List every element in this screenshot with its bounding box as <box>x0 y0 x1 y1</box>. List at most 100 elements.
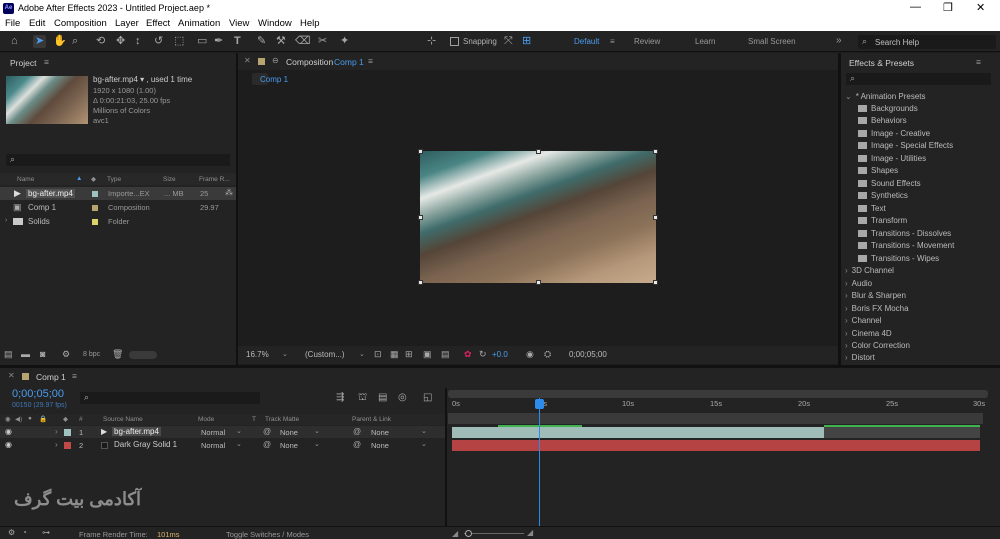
project-item-row[interactable]: ▣ Comp 1 Composition 29.97 <box>0 201 236 214</box>
preset-folder[interactable]: Behaviors <box>858 116 907 125</box>
expand-chevron-icon[interactable]: › <box>5 217 7 224</box>
layer-bar-solid[interactable] <box>452 440 980 451</box>
eraser-tool-icon[interactable]: ⌫ <box>295 35 311 48</box>
col-parent-link[interactable]: Parent & Link <box>352 416 391 423</box>
effect-category[interactable]: › Audio <box>845 279 872 288</box>
chevron-down-icon[interactable]: ⌄ <box>421 440 427 448</box>
search-help-input[interactable]: ⌕ Search Help <box>858 35 996 49</box>
home-icon[interactable]: ⌂ <box>11 35 18 48</box>
project-panel-menu-icon[interactable]: ≡ <box>44 57 49 67</box>
snap-edges-icon[interactable]: ⤧ <box>504 35 513 48</box>
timeline-zoom-slider[interactable] <box>464 533 524 534</box>
snapping-checkbox[interactable] <box>450 37 459 46</box>
col-t[interactable]: T <box>252 416 256 423</box>
frame-blending-icon[interactable]: ▤ <box>378 392 387 403</box>
project-item-row[interactable]: › Solids Folder <box>0 215 236 228</box>
menu-composition[interactable]: Composition <box>54 18 107 29</box>
work-area-bar[interactable] <box>448 390 988 398</box>
label-color-swatch[interactable] <box>92 191 98 197</box>
transform-handle[interactable] <box>653 215 658 220</box>
selection-tool-icon[interactable]: ➤ <box>33 35 47 48</box>
preset-folder[interactable]: Image - Utilities <box>858 154 926 163</box>
menu-window[interactable]: Window <box>258 18 292 29</box>
menu-file[interactable]: File <box>5 18 20 29</box>
preset-folder[interactable]: Synthetics <box>858 191 908 200</box>
composition-name[interactable]: Comp 1 <box>334 57 364 67</box>
preset-folder[interactable]: Image - Creative <box>858 129 930 138</box>
motion-blur-icon[interactable]: ◎ <box>398 392 407 403</box>
channels-icon[interactable]: ✿ <box>464 349 472 360</box>
pickwhip-icon[interactable]: @ <box>263 427 271 436</box>
menu-help[interactable]: Help <box>300 18 320 29</box>
col-source-name[interactable]: Source Name <box>103 416 143 423</box>
zoom-in-icon[interactable]: ◢ <box>527 528 533 537</box>
playhead-handle[interactable] <box>535 399 544 409</box>
project-panel-title[interactable]: Project <box>10 58 36 68</box>
rectangle-tool-icon[interactable]: ▭ <box>197 35 207 48</box>
orbit-tool-icon[interactable]: ⟲ <box>96 35 105 48</box>
label-color-swatch[interactable] <box>92 219 98 225</box>
transform-handle[interactable] <box>653 149 658 154</box>
menu-layer[interactable]: Layer <box>115 18 139 29</box>
current-time-display[interactable]: 0;00;05;00 <box>12 388 64 400</box>
effect-category[interactable]: › Cinema 4D <box>845 329 892 338</box>
reset-exposure-icon[interactable]: ↻ <box>479 349 487 360</box>
comp-flowchart-icon[interactable]: ⇶ <box>336 392 344 403</box>
effect-category[interactable]: › Color Correction <box>845 341 910 350</box>
zoom-tool-icon[interactable]: ⌕ <box>72 35 78 48</box>
effects-panel-title[interactable]: Effects & Presets <box>849 58 914 68</box>
pan-tool-icon[interactable]: ✥ <box>116 35 125 48</box>
workspace-menu-icon[interactable]: ≡ <box>610 37 615 46</box>
video-toggle-icon[interactable]: ◉ <box>5 415 11 423</box>
transform-handle[interactable] <box>418 149 423 154</box>
pickwhip-icon[interactable]: @ <box>263 440 271 449</box>
comp-tab[interactable]: Comp 1 <box>252 73 288 85</box>
close-timeline-icon[interactable]: ✕ <box>8 371 15 380</box>
col-type[interactable]: Type <box>107 176 121 183</box>
layer-label-swatch[interactable] <box>64 442 71 449</box>
transform-handle[interactable] <box>536 280 541 285</box>
menu-edit[interactable]: Edit <box>29 18 45 29</box>
lock-icon[interactable]: ⊖ <box>272 56 279 65</box>
chevron-down-icon[interactable]: ⌄ <box>359 350 365 358</box>
timeline-comp-tab[interactable]: Comp 1 <box>36 372 66 382</box>
project-settings-icon[interactable]: ⚙ <box>62 349 70 360</box>
chevron-down-icon[interactable]: ⌄ <box>314 427 320 435</box>
maximize-button[interactable]: ❐ <box>943 1 953 14</box>
col-track-matte[interactable]: Track Matte <box>265 416 299 423</box>
dolly-tool-icon[interactable]: ↕ <box>135 35 141 48</box>
3d-view-icon[interactable]: ▤ <box>441 349 450 360</box>
preset-folder[interactable]: Transitions - Wipes <box>858 254 939 263</box>
eye-icon[interactable]: ◉ <box>5 440 12 449</box>
close-button[interactable]: ✕ <box>976 1 985 14</box>
exposure-value[interactable]: +0.0 <box>492 350 508 359</box>
menu-effect[interactable]: Effect <box>146 18 170 29</box>
pen-tool-icon[interactable]: ✒ <box>214 35 223 48</box>
effect-category[interactable]: › Channel <box>845 316 881 325</box>
layer-label-swatch[interactable] <box>64 429 71 436</box>
clone-stamp-tool-icon[interactable]: ⚒ <box>276 35 286 48</box>
layer-switches-icon[interactable]: ◔ <box>22 528 27 537</box>
effects-panel-menu-icon[interactable]: ≡ <box>976 57 981 67</box>
menu-animation[interactable]: Animation <box>178 18 220 29</box>
menu-view[interactable]: View <box>229 18 249 29</box>
bit-depth-label[interactable]: 8 bpc <box>83 351 100 358</box>
transparency-grid-icon[interactable]: ▦ <box>390 349 399 360</box>
close-panel-icon[interactable]: ✕ <box>244 56 251 65</box>
expand-chevron-icon[interactable]: › <box>55 427 58 436</box>
viewer-timecode[interactable]: 0;00;05;00 <box>569 350 607 359</box>
transform-handle[interactable] <box>653 280 658 285</box>
preset-folder[interactable]: Transform <box>858 216 907 225</box>
parent-dropdown[interactable]: None <box>371 441 389 450</box>
label-color-swatch[interactable] <box>92 205 98 211</box>
resolution-dropdown[interactable]: (Custom...) <box>305 350 345 359</box>
preset-folder[interactable]: Text <box>858 204 886 213</box>
preset-folder[interactable]: Transitions - Dissolves <box>858 229 951 238</box>
region-of-interest-icon[interactable]: ⊡ <box>374 349 382 360</box>
chevron-down-icon[interactable]: ⌄ <box>236 427 242 435</box>
more-workspaces-button[interactable]: » <box>836 35 842 46</box>
timeline-search-input[interactable]: ⌕ <box>80 392 260 404</box>
effect-category[interactable]: › Distort <box>845 353 875 362</box>
composition-viewer-frame[interactable] <box>420 151 656 283</box>
effect-category[interactable]: › Blur & Sharpen <box>845 291 906 300</box>
